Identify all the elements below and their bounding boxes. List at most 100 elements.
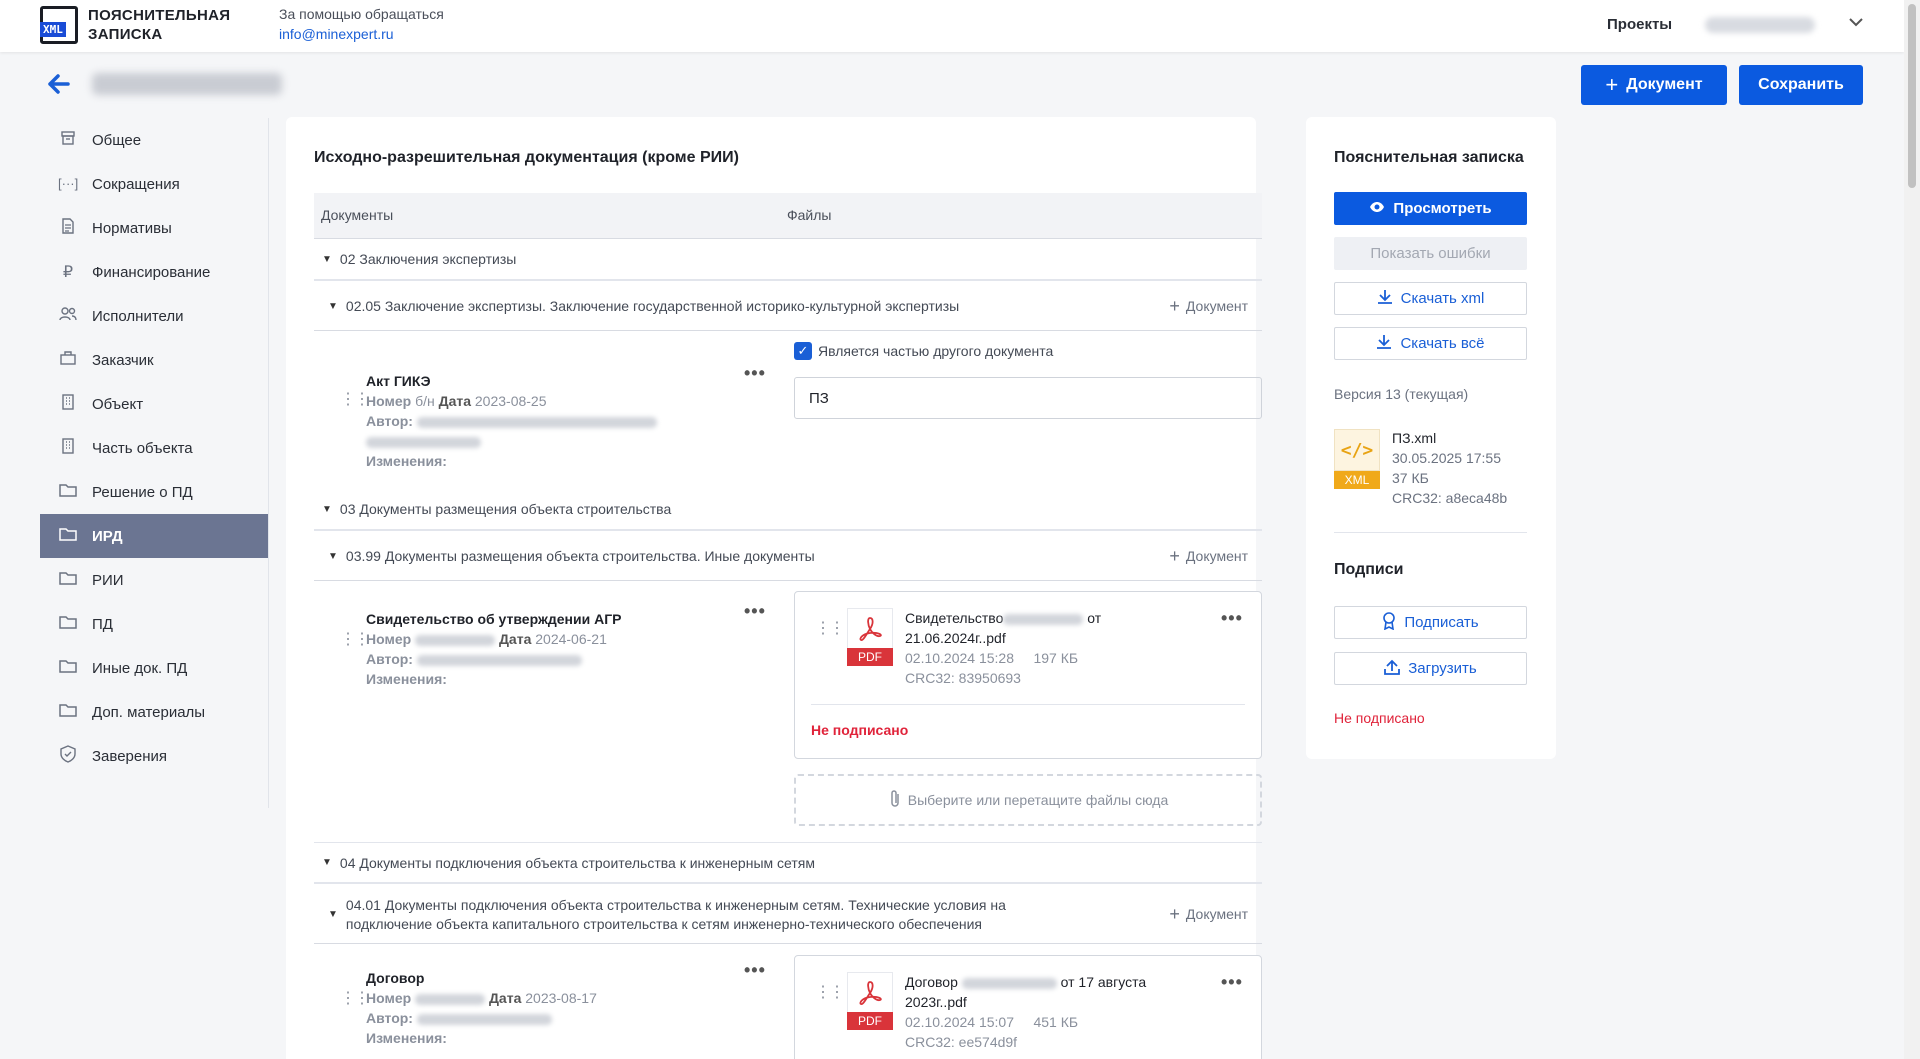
drag-handle-icon[interactable]: ⋮⋮ (340, 988, 370, 1008)
page-scrollbar[interactable] (1904, 0, 1920, 1059)
logo-line-2: ЗАПИСКА (88, 26, 163, 43)
add-document-link[interactable]: + Документ (1169, 547, 1248, 566)
sidebar-item[interactable]: [···] Сокращения (40, 162, 268, 206)
sidebar-item[interactable]: ИРД (40, 514, 268, 558)
version-label: Версия 13 (текущая) (1334, 386, 1469, 402)
xml-file-crc: CRC32: a8eca48b (1392, 490, 1508, 506)
ruble-icon: ₽ (62, 264, 74, 281)
sidebar-item[interactable]: ₽ Финансирование (40, 250, 268, 294)
help-contact: За помощью обращаться info@minexpert.ru (279, 4, 444, 44)
file-crc: CRC32: ee574d9f (905, 1034, 1018, 1050)
sidebar-item[interactable]: Часть объекта (40, 426, 268, 470)
caret-down-icon: ▼ (328, 551, 338, 562)
sidebar-item[interactable]: Нормативы (40, 206, 268, 250)
show-errors-button[interactable]: Показать ошибки (1334, 237, 1527, 270)
help-email-link[interactable]: info@minexpert.ru (279, 24, 444, 44)
author-label: Автор: (366, 413, 413, 429)
sidebar-item[interactable]: Заказчик (40, 338, 268, 382)
subsection-03-99[interactable]: ▼ 03.99 Документы размещения объекта стр… (314, 533, 1262, 581)
sidebar-item-label: Заверения (92, 747, 168, 765)
parent-document-input[interactable]: ПЗ (794, 377, 1262, 419)
file-name-start[interactable]: Договор (905, 974, 958, 990)
section-04[interactable]: ▼ 04 Документы подключения объекта строи… (314, 842, 1262, 884)
upload-signature-button[interactable]: Загрузить (1334, 652, 1527, 685)
sidebar-item[interactable]: Решение о ПД (40, 470, 268, 514)
add-document-button[interactable]: + Документ (1581, 65, 1727, 105)
divider (811, 704, 1245, 705)
file-dropzone[interactable]: Выберите или перетащите файлы сюда (794, 774, 1262, 826)
folder-icon (58, 570, 78, 591)
file-meta: Договор от 17 августа 2023г..pdf 02.10.2… (905, 972, 1165, 1052)
nav-projects-link[interactable]: Проекты (1607, 16, 1672, 33)
sidebar-item[interactable]: Заверения (40, 734, 268, 778)
drag-handle-icon[interactable]: ⋮⋮ (340, 389, 370, 409)
pdf-file-icon[interactable]: PDF (847, 608, 893, 666)
file-name-blurred (961, 977, 1057, 989)
code-icon: </> (1334, 429, 1380, 471)
subsection-02-05[interactable]: ▼ 02.05 Заключение экспертизы. Заключени… (314, 283, 1262, 331)
sidebar-item[interactable]: Исполнители (40, 294, 268, 338)
file-crc: CRC32: 83950693 (905, 670, 1021, 686)
plus-icon: + (1169, 546, 1180, 566)
drag-handle-icon[interactable]: ⋮⋮ (815, 982, 845, 1002)
more-options-icon[interactable]: ••• (1221, 972, 1243, 993)
add-document-link[interactable]: + Документ (1169, 905, 1248, 924)
building-icon (58, 393, 78, 415)
document-title: Договор (366, 970, 425, 986)
section-03[interactable]: ▼ 03 Документы размещения объекта строит… (314, 489, 1262, 531)
view-button[interactable]: Просмотреть (1334, 192, 1527, 225)
table-header: Документы Файлы (314, 193, 1262, 239)
help-text: За помощью обращаться (279, 6, 444, 22)
sidebar-item-label: Часть объекта (92, 439, 193, 457)
drag-handle-icon[interactable]: ⋮⋮ (815, 618, 845, 638)
sidebar-item[interactable]: Объект (40, 382, 268, 426)
xml-file-name[interactable]: ПЗ.xml (1392, 428, 1507, 448)
scrollbar-thumb[interactable] (1908, 4, 1916, 188)
sidebar-item[interactable]: Доп. материалы (40, 690, 268, 734)
add-document-link[interactable]: + Документ (1169, 297, 1248, 316)
author-blurred (416, 1013, 552, 1025)
building-icon (58, 437, 78, 459)
file-size: 197 КБ (1033, 650, 1079, 666)
sidebar-item-label: ИРД (92, 527, 123, 545)
drag-handle-icon[interactable]: ⋮⋮ (340, 629, 370, 649)
chevron-down-icon[interactable] (1848, 14, 1864, 32)
download-xml-label: Скачать xml (1400, 290, 1485, 307)
col-files: Файлы (787, 207, 832, 223)
document-date: 2024-06-21 (535, 631, 607, 647)
author-label: Автор: (366, 1010, 413, 1026)
file-uploaded-date: 02.10.2024 15:28 (905, 650, 1014, 666)
save-button[interactable]: Сохранить (1739, 65, 1863, 105)
eye-icon (1369, 200, 1385, 217)
sidebar-item[interactable]: Общее (40, 118, 268, 162)
xml-file-icon[interactable]: </> XML (1334, 429, 1380, 489)
file-name-start[interactable]: Свидетельство (905, 610, 1003, 626)
more-options-icon[interactable]: ••• (744, 363, 766, 384)
back-arrow-icon[interactable] (48, 70, 70, 101)
pdf-file-icon[interactable]: PDF (847, 972, 893, 1030)
user-name-blurred[interactable] (1705, 17, 1815, 33)
plus-icon: + (1605, 72, 1619, 97)
number-label: Номер (366, 990, 412, 1006)
file-card: ⋮⋮ PDF Договор от 17 августа 2023г..pdf … (794, 955, 1262, 1059)
file-card: ⋮⋮ PDF Свидетельство от 21.06.2024г..pdf… (794, 591, 1262, 759)
download-all-label: Скачать всё (1400, 335, 1485, 352)
author-blurred-2 (366, 436, 481, 448)
part-of-other-checkbox-row[interactable]: ✓ Является частью другого документа (794, 342, 1053, 360)
more-options-icon[interactable]: ••• (744, 601, 766, 622)
more-options-icon[interactable]: ••• (1221, 608, 1243, 629)
section-02[interactable]: ▼ 02 Заключения экспертизы (314, 239, 1262, 281)
sign-label: Подписать (1404, 614, 1479, 631)
download-xml-button[interactable]: Скачать xml (1334, 282, 1527, 315)
sign-button[interactable]: Подписать (1334, 606, 1527, 639)
download-all-button[interactable]: Скачать всё (1334, 327, 1527, 360)
sidebar-item[interactable]: ПД (40, 602, 268, 646)
part-of-other-label: Является частью другого документа (818, 343, 1054, 359)
subsection-04-01[interactable]: ▼ 04.01 Документы подключения объекта ст… (314, 886, 1262, 944)
checkbox-checked-icon[interactable]: ✓ (794, 342, 812, 360)
sidebar-item[interactable]: Иные док. ПД (40, 646, 268, 690)
sidebar-item[interactable]: РИИ (40, 558, 268, 602)
app-logo[interactable]: XML ПОЯСНИТЕЛЬНАЯ ЗАПИСКА (40, 6, 230, 44)
document-date: 2023-08-17 (525, 990, 597, 1006)
more-options-icon[interactable]: ••• (744, 960, 766, 981)
